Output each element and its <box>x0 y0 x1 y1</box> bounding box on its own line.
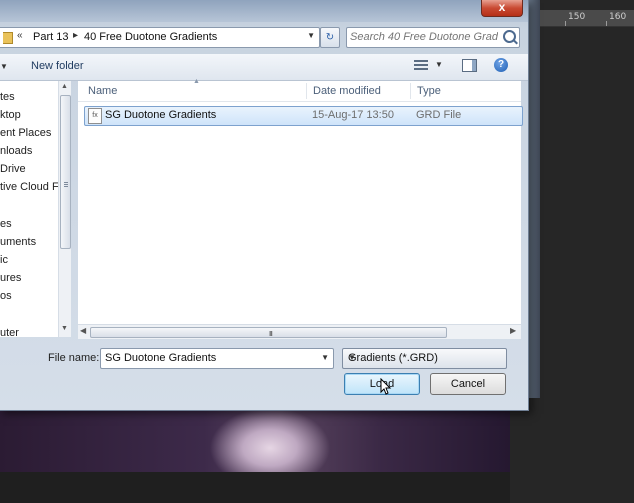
breadcrumb-overflow[interactable]: « <box>17 30 23 41</box>
column-name[interactable]: Name <box>88 85 117 97</box>
scroll-thumb[interactable] <box>60 95 71 249</box>
file-list: ▲ Name Date modified Type fx SG Duotone … <box>78 78 523 337</box>
file-name-label: File name: <box>48 352 100 364</box>
chevron-down-icon[interactable]: ▼ <box>321 353 329 362</box>
ruler-tick <box>565 21 566 26</box>
nav-item-libraries[interactable]: es <box>0 218 12 230</box>
scroll-down-icon[interactable]: ▼ <box>61 325 68 332</box>
nav-item-music[interactable]: ic <box>0 254 8 266</box>
gradient-file-icon: fx <box>88 108 102 124</box>
ruler-tick <box>606 21 607 26</box>
file-row[interactable]: fx SG Duotone Gradients 15-Aug-17 13:50 … <box>84 106 523 126</box>
breadcrumb-separator[interactable]: ▸ <box>73 30 78 41</box>
folder-icon <box>3 32 13 44</box>
nav-item-recent-places[interactable]: ent Places <box>0 127 51 139</box>
file-date: 15-Aug-17 13:50 <box>312 109 394 121</box>
address-bar[interactable]: « Part 13 ▸ 40 Free Duotone Gradients ▼ <box>0 27 320 48</box>
ruler: 150 160 <box>540 10 634 27</box>
nav-item-desktop[interactable]: ktop <box>0 109 21 121</box>
open-dialog: x « Part 13 ▸ 40 Free Duotone Gradients … <box>0 0 529 411</box>
close-button[interactable]: x <box>481 0 523 17</box>
help-icon[interactable]: ? <box>494 58 508 72</box>
nav-item-pictures[interactable]: ures <box>0 272 21 284</box>
refresh-button[interactable]: ↻ <box>320 27 340 48</box>
chevron-down-icon[interactable]: ▼ <box>435 60 443 69</box>
horizontal-scrollbar[interactable]: ◀ III ▶ <box>78 324 521 339</box>
search-input[interactable] <box>350 29 498 44</box>
nav-item-favorites[interactable]: tes <box>0 91 15 103</box>
nav-item-downloads[interactable]: nloads <box>0 145 32 157</box>
cancel-button[interactable]: Cancel <box>430 373 506 395</box>
sort-arrow-icon: ▲ <box>193 78 200 85</box>
nav-item-drive[interactable]: Drive <box>0 163 26 175</box>
chevron-down-icon[interactable]: ▼ <box>307 31 315 40</box>
chevron-down-icon[interactable]: ▼ <box>0 62 8 71</box>
nav-item-creative-cloud[interactable]: tive Cloud F <box>0 181 58 193</box>
scroll-up-icon[interactable]: ▲ <box>61 83 68 90</box>
scroll-right-icon[interactable]: ▶ <box>510 326 516 335</box>
ruler-tick-label: 150 <box>568 12 586 22</box>
column-header: ▲ Name Date modified Type <box>78 78 521 102</box>
column-type[interactable]: Type <box>417 85 441 97</box>
nav-item-videos[interactable]: os <box>0 290 12 302</box>
breadcrumb-current-folder[interactable]: 40 Free Duotone Gradients <box>84 31 217 43</box>
new-folder-button[interactable]: New folder <box>31 60 84 72</box>
toolbar: ▼ New folder ▼ ? <box>0 54 528 81</box>
nav-item-computer[interactable]: uter <box>0 327 19 337</box>
titlebar: x <box>0 0 528 22</box>
canvas-photo <box>0 408 510 472</box>
nav-item-documents[interactable]: uments <box>0 236 36 248</box>
chevron-down-icon[interactable]: ▼ <box>348 353 501 362</box>
scroll-grip: III <box>269 331 273 338</box>
nav-scrollbar[interactable]: ▲ ▼ <box>58 81 71 337</box>
search-box[interactable] <box>346 27 520 48</box>
window-frame <box>528 0 540 398</box>
file-name-field[interactable] <box>105 351 310 365</box>
preview-pane-icon[interactable] <box>462 59 477 72</box>
canvas-area <box>0 472 510 503</box>
views-icon[interactable] <box>414 59 428 71</box>
refresh-icon: ↻ <box>325 32 335 43</box>
file-name-combo[interactable]: ▼ <box>100 348 334 369</box>
scroll-thumb[interactable]: III <box>90 327 447 338</box>
search-icon[interactable] <box>503 30 516 43</box>
navigation-pane: tes ktop ent Places nloads Drive tive Cl… <box>0 81 59 337</box>
column-date-modified[interactable]: Date modified <box>313 85 381 97</box>
file-type: GRD File <box>416 109 462 121</box>
breadcrumb-part13[interactable]: Part 13 <box>33 31 68 43</box>
scroll-left-icon[interactable]: ◀ <box>80 326 86 335</box>
file-name: SG Duotone Gradients <box>105 109 217 121</box>
ruler-tick-label: 160 <box>609 12 627 22</box>
file-type-select[interactable]: Gradients (*.GRD) ▼ <box>342 348 507 369</box>
